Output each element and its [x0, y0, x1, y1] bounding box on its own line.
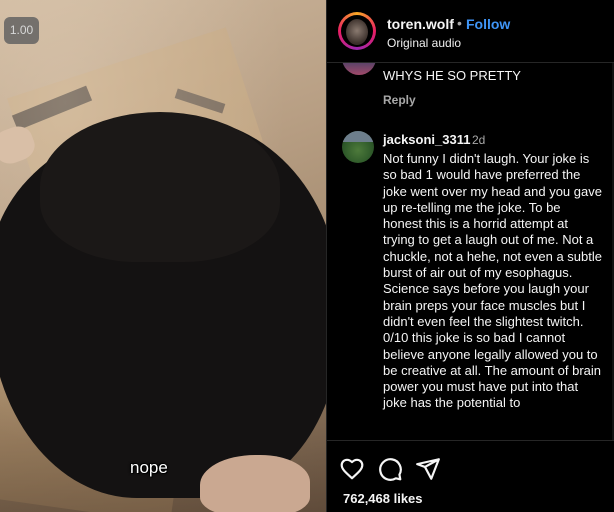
comment-text: Not funny I didn't laugh. Your joke is s… [383, 151, 602, 411]
footer-divider [327, 440, 614, 441]
previous-commenter-avatar[interactable] [342, 63, 376, 75]
previous-comment-text: WHYS HE SO PRETTY [383, 68, 521, 83]
author-avatar-image [341, 15, 373, 47]
playback-speed-badge[interactable]: 1.00 [4, 17, 39, 44]
reply-button[interactable]: Reply [383, 93, 416, 107]
comment-icon[interactable] [377, 456, 403, 482]
author-username[interactable]: toren.wolf [387, 16, 454, 32]
comments-list[interactable]: WHYS HE SO PRETTY Reply jacksoni_3311 2d… [327, 63, 614, 440]
commenter-avatar-image [342, 131, 374, 142]
side-panel: toren.wolf • Follow Original audio WHYS … [327, 0, 614, 512]
share-icon[interactable] [415, 456, 441, 482]
video-frame-hand [200, 455, 310, 512]
comment-timestamp[interactable]: 2d [472, 133, 485, 147]
audio-link[interactable]: Original audio [387, 36, 461, 50]
post-header: toren.wolf • Follow Original audio [327, 0, 614, 62]
likes-count[interactable]: 762,468 likes [343, 491, 423, 506]
header-separator: • [457, 15, 462, 31]
commenter-username[interactable]: jacksoni_3311 [383, 132, 470, 147]
video-player[interactable]: 1.00 nope [0, 0, 326, 512]
video-frame-person-back [40, 112, 280, 262]
heart-icon[interactable] [339, 456, 365, 482]
author-avatar[interactable] [338, 12, 376, 50]
author-avatar-face [346, 19, 368, 45]
follow-button[interactable]: Follow [466, 16, 510, 32]
commenter-avatar[interactable] [342, 131, 374, 163]
video-caption: nope [130, 458, 168, 477]
